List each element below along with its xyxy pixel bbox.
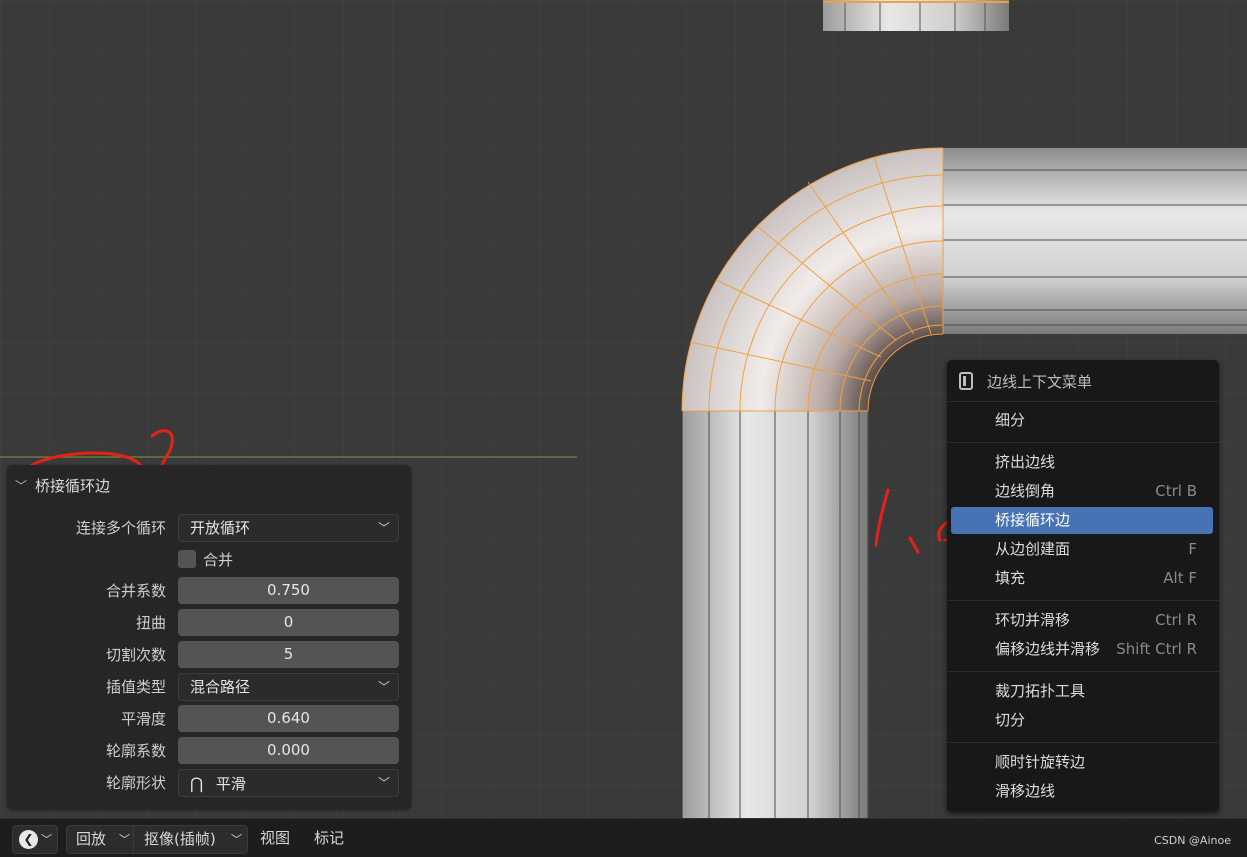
menu-item-offset-edge-slide[interactable]: 偏移边线并滑移 Shift Ctrl R bbox=[951, 636, 1213, 663]
cuts-field[interactable]: 5 bbox=[178, 641, 399, 668]
menu-item-label: 桥接循环边 bbox=[995, 511, 1071, 529]
menu-item-label: 细分 bbox=[995, 411, 1026, 429]
menu-item-loop-cut-slide[interactable]: 环切并滑移 Ctrl R bbox=[951, 607, 1213, 634]
menu-item-label: 挤出边线 bbox=[995, 453, 1056, 471]
chevron-down-icon: ﹀ bbox=[377, 680, 390, 694]
merge-checkbox-row[interactable]: 合并 bbox=[178, 547, 233, 571]
profile-factor-label: 轮廓系数 bbox=[105, 742, 166, 760]
divider bbox=[133, 826, 134, 853]
smoothness-field[interactable]: 0.640 bbox=[178, 705, 399, 732]
interpolation-label: 插值类型 bbox=[105, 678, 166, 696]
twist-field[interactable]: 0 bbox=[178, 609, 399, 636]
divider bbox=[947, 442, 1219, 443]
merge-factor-row: 合并系数 0.750 bbox=[7, 577, 411, 605]
interpolation-dropdown[interactable]: 混合路径 ﹀ bbox=[178, 673, 399, 701]
timeline-clock-icon: ❮ bbox=[19, 830, 38, 849]
operator-panel[interactable]: ﹀ 桥接循环边 连接多个循环 开放循环 ﹀ 合并 合并系数 0.750 扭曲 0… bbox=[7, 465, 411, 809]
merge-factor-label: 合并系数 bbox=[105, 582, 166, 600]
timeline-menu-group: 回放 ﹀ 抠像(插帧) ﹀ bbox=[66, 825, 248, 854]
merge-checkbox[interactable] bbox=[178, 550, 196, 568]
interpolation-row: 插值类型 混合路径 ﹀ bbox=[7, 673, 411, 701]
operator-panel-title: 桥接循环边 bbox=[35, 476, 111, 495]
merge-label: 合并 bbox=[203, 550, 234, 569]
menu-item-label: 顺时针旋转边 bbox=[995, 753, 1086, 771]
editor-type-button[interactable]: ❮ ﹀ bbox=[12, 825, 58, 854]
interpolation-value: 混合路径 bbox=[190, 678, 251, 696]
profile-shape-dropdown[interactable]: ⋂ 平滑 ﹀ bbox=[178, 769, 399, 797]
cuts-row: 切割次数 5 bbox=[7, 641, 411, 669]
smooth-curve-icon: ⋂ bbox=[190, 774, 204, 793]
smoothness-label: 平滑度 bbox=[120, 710, 166, 728]
twist-label: 扭曲 bbox=[135, 614, 166, 632]
menu-item-edge-slide[interactable]: 滑移边线 bbox=[951, 778, 1213, 805]
menu-item-label: 环切并滑移 bbox=[995, 611, 1071, 629]
menu-item-subdivide[interactable]: 细分 bbox=[951, 407, 1213, 434]
chevron-down-icon[interactable]: ﹀ bbox=[15, 477, 29, 494]
view-menu[interactable]: 视图 bbox=[260, 825, 290, 852]
twist-row: 扭曲 0 bbox=[7, 609, 411, 637]
menu-item-rotate-edge-cw[interactable]: 顺时针旋转边 bbox=[951, 749, 1213, 776]
connect-loops-row: 连接多个循环 开放循环 ﹀ bbox=[7, 514, 411, 542]
smoothness-row: 平滑度 0.640 bbox=[7, 705, 411, 733]
edge-context-menu[interactable]: 边线上下文菜单 细分 挤出边线 边线倒角 Ctrl B 桥接循环边 从边创建面 … bbox=[947, 360, 1219, 812]
menu-item-label: 裁刀拓扑工具 bbox=[995, 682, 1086, 700]
marker-menu[interactable]: 标记 bbox=[314, 825, 344, 852]
menu-item-label: 滑移边线 bbox=[995, 782, 1056, 800]
merge-factor-field[interactable]: 0.750 bbox=[178, 577, 399, 604]
menu-item-shortcut: Ctrl R bbox=[1155, 611, 1197, 629]
menu-item-new-face-from-edges[interactable]: 从边创建面 F bbox=[951, 536, 1213, 563]
menu-item-shortcut: Shift Ctrl R bbox=[1116, 640, 1197, 658]
connect-loops-dropdown[interactable]: 开放循环 ﹀ bbox=[178, 514, 399, 542]
profile-factor-field[interactable]: 0.000 bbox=[178, 737, 399, 764]
menu-item-label: 填充 bbox=[995, 569, 1026, 587]
divider bbox=[947, 600, 1219, 601]
playback-menu[interactable]: 回放 bbox=[76, 826, 106, 853]
menu-item-fill[interactable]: 填充 Alt F bbox=[951, 565, 1213, 592]
connect-loops-value: 开放循环 bbox=[190, 519, 251, 537]
timeline-header: ❮ ﹀ 回放 ﹀ 抠像(插帧) ﹀ 视图 标记 CSDN @Ainoe bbox=[0, 818, 1247, 857]
menu-item-bridge-edge-loops[interactable]: 桥接循环边 bbox=[951, 507, 1213, 534]
menu-item-shortcut: Alt F bbox=[1163, 569, 1197, 587]
context-menu-header: 边线上下文菜单 bbox=[959, 368, 1092, 394]
menu-item-label: 切分 bbox=[995, 711, 1026, 729]
menu-item-shortcut: F bbox=[1188, 540, 1197, 558]
divider bbox=[947, 401, 1219, 402]
menu-item-knife-topology-tool[interactable]: 裁刀拓扑工具 bbox=[951, 678, 1213, 705]
menu-item-label: 从边创建面 bbox=[995, 540, 1071, 558]
watermark: CSDN @Ainoe bbox=[1154, 834, 1231, 847]
operator-panel-header[interactable]: ﹀ 桥接循环边 bbox=[15, 471, 395, 499]
chevron-down-icon: ﹀ bbox=[41, 833, 52, 846]
connect-loops-label: 连接多个循环 bbox=[75, 519, 166, 537]
keying-menu[interactable]: 抠像(插帧) bbox=[144, 826, 216, 853]
menu-item-label: 边线倒角 bbox=[995, 482, 1056, 500]
chevron-down-icon: ﹀ bbox=[231, 833, 242, 846]
divider bbox=[947, 671, 1219, 672]
profile-shape-value: 平滑 bbox=[215, 775, 246, 793]
edge-select-icon bbox=[959, 372, 973, 390]
profile-factor-row: 轮廓系数 0.000 bbox=[7, 737, 411, 765]
cuts-label: 切割次数 bbox=[105, 646, 166, 664]
chevron-down-icon: ﹀ bbox=[377, 776, 390, 790]
menu-item-shortcut: Ctrl B bbox=[1155, 482, 1197, 500]
context-menu-title: 边线上下文菜单 bbox=[987, 372, 1093, 391]
menu-item-bevel-edges[interactable]: 边线倒角 Ctrl B bbox=[951, 478, 1213, 505]
menu-item-label: 偏移边线并滑移 bbox=[995, 640, 1101, 658]
chevron-down-icon: ﹀ bbox=[119, 833, 130, 846]
profile-shape-label: 轮廓形状 bbox=[105, 774, 166, 792]
menu-item-bisect[interactable]: 切分 bbox=[951, 707, 1213, 734]
profile-shape-row: 轮廓形状 ⋂ 平滑 ﹀ bbox=[7, 769, 411, 797]
divider bbox=[947, 742, 1219, 743]
menu-item-extrude-edges[interactable]: 挤出边线 bbox=[951, 449, 1213, 476]
chevron-down-icon: ﹀ bbox=[377, 521, 390, 535]
